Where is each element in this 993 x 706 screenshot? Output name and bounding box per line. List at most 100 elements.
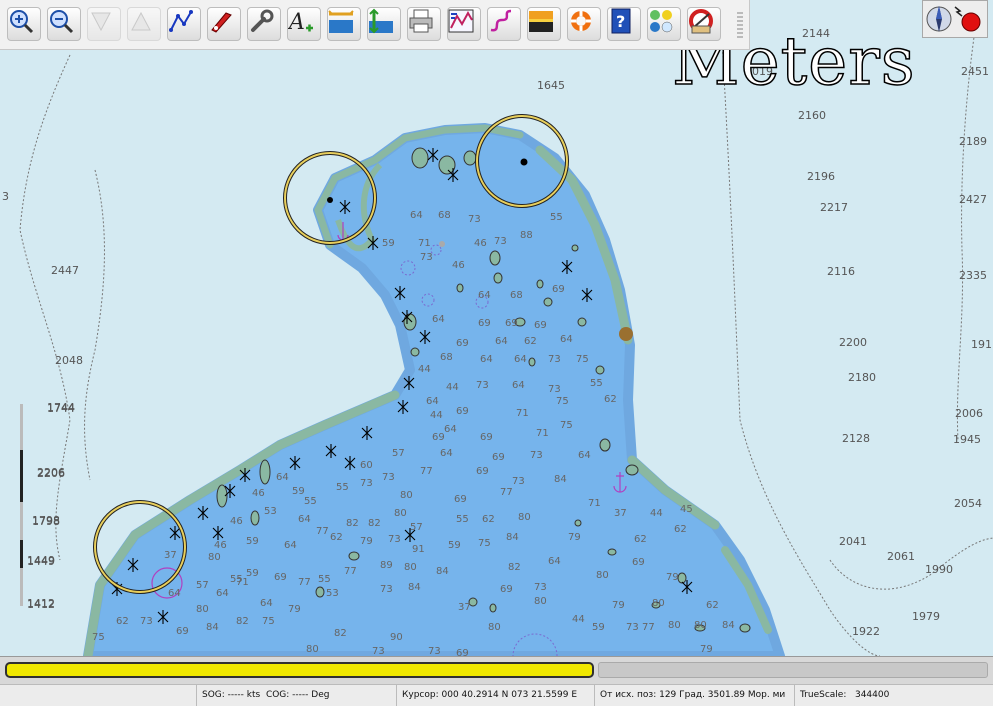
deep-sounding: 2335 — [959, 269, 987, 282]
svg-text:64: 64 — [432, 314, 445, 325]
svg-text:55: 55 — [590, 378, 603, 389]
svg-text:59: 59 — [246, 536, 259, 547]
svg-text:69: 69 — [500, 584, 513, 595]
route-button[interactable] — [167, 7, 201, 41]
svg-text:57: 57 — [410, 522, 423, 533]
deep-sounding: 2196 — [807, 170, 835, 183]
svg-text:69: 69 — [492, 452, 505, 463]
zoom-out-icon — [50, 10, 74, 34]
svg-text:84: 84 — [506, 532, 519, 543]
svg-text:69: 69 — [456, 338, 469, 349]
scale-label: 1412 — [27, 597, 55, 610]
mob-button[interactable] — [567, 7, 601, 41]
deep-sounding: 191 — [971, 338, 992, 351]
svg-text:80: 80 — [596, 570, 609, 581]
svg-text:77: 77 — [298, 577, 311, 588]
svg-text:45: 45 — [680, 504, 693, 515]
svg-text:84: 84 — [722, 620, 735, 631]
current-button[interactable] — [327, 7, 361, 41]
svg-text:64: 64 — [548, 556, 561, 567]
svg-text:73: 73 — [512, 476, 525, 487]
compass-widget[interactable] — [922, 0, 988, 38]
deep-sounding: 2200 — [839, 336, 867, 349]
svg-text:46: 46 — [230, 516, 243, 527]
track-button[interactable] — [487, 7, 521, 41]
deep-sounding: 2041 — [839, 535, 867, 548]
svg-text:64: 64 — [514, 354, 527, 365]
zoom-out-button[interactable] — [47, 7, 81, 41]
track-icon — [490, 9, 512, 32]
scale-out-button[interactable] — [127, 7, 161, 41]
svg-text:64: 64 — [426, 396, 439, 407]
deep-sounding: 2061 — [887, 550, 915, 563]
svg-text:59: 59 — [292, 486, 305, 497]
svg-text:79: 79 — [666, 572, 679, 583]
plugin-icon — [689, 9, 713, 34]
svg-text:60: 60 — [360, 460, 373, 471]
svg-text:64: 64 — [478, 290, 491, 301]
wrench-icon — [251, 9, 274, 32]
text-button[interactable]: A — [287, 7, 321, 41]
svg-text:44: 44 — [430, 410, 443, 421]
chart-quilt-bar[interactable] — [5, 662, 594, 678]
waypoint-dot — [520, 158, 528, 166]
svg-text:46: 46 — [452, 260, 465, 271]
deep-sounding: 2054 — [954, 497, 982, 510]
svg-text:80: 80 — [306, 644, 319, 655]
print-button[interactable] — [407, 7, 441, 41]
tide-button[interactable] — [367, 7, 401, 41]
svg-text:91: 91 — [412, 544, 425, 555]
svg-text:64: 64 — [578, 450, 591, 461]
svg-text:69: 69 — [552, 284, 565, 295]
toolbar-grip[interactable] — [737, 12, 743, 38]
svg-text:55: 55 — [304, 496, 317, 507]
svg-text:80: 80 — [518, 512, 531, 523]
svg-text:82: 82 — [334, 628, 347, 639]
svg-text:73: 73 — [548, 354, 561, 365]
svg-text:57: 57 — [196, 580, 209, 591]
follow-ship-button[interactable] — [207, 7, 241, 41]
zoom-in-button[interactable] — [7, 7, 41, 41]
ais-button[interactable] — [647, 7, 681, 41]
svg-text:71: 71 — [588, 498, 601, 509]
svg-text:82: 82 — [346, 518, 359, 529]
color-scheme-button[interactable] — [527, 7, 561, 41]
scale-label: 1798 — [32, 514, 60, 527]
svg-text:59: 59 — [592, 622, 605, 633]
deep-sounding: 2128 — [842, 432, 870, 445]
help-button[interactable]: ? — [607, 7, 641, 41]
svg-text:77: 77 — [316, 526, 329, 537]
svg-text:77: 77 — [344, 566, 357, 577]
plugin-button[interactable] — [687, 7, 721, 41]
settings-button[interactable] — [247, 7, 281, 41]
deep-sounding: 2048 — [55, 354, 83, 367]
svg-text:37: 37 — [164, 550, 177, 561]
route-manager-button[interactable] — [447, 7, 481, 41]
deep-sounding: 2180 — [848, 371, 876, 384]
route-manager-icon — [448, 9, 474, 33]
deep-sounding: 2116 — [827, 265, 855, 278]
svg-text:80: 80 — [394, 508, 407, 519]
svg-text:53: 53 — [326, 588, 339, 599]
chart-quilt-track[interactable] — [598, 662, 988, 678]
svg-text:55: 55 — [230, 574, 243, 585]
svg-text:73: 73 — [530, 450, 543, 461]
svg-text:64: 64 — [512, 380, 525, 391]
svg-text:69: 69 — [632, 557, 645, 568]
svg-text:69: 69 — [476, 466, 489, 477]
svg-text:73: 73 — [476, 380, 489, 391]
svg-text:64: 64 — [410, 210, 423, 221]
svg-text:75: 75 — [262, 616, 275, 627]
svg-text:73: 73 — [140, 616, 153, 627]
svg-text:64: 64 — [298, 514, 311, 525]
svg-text:55: 55 — [456, 514, 469, 525]
scale-in-button[interactable] — [87, 7, 121, 41]
svg-text:73: 73 — [360, 478, 373, 489]
svg-text:73: 73 — [428, 646, 441, 656]
nautical-chart[interactable]: 64 68 73 59 71 46 73 88 55 73 46 64 68 69 64 69 69 6… — [0, 0, 993, 656]
svg-text:46: 46 — [252, 488, 265, 499]
deep-sounding: 2451 — [961, 65, 989, 78]
svg-text:46: 46 — [474, 238, 487, 249]
depth-contour — [84, 169, 105, 481]
scale-label: 1744 — [47, 401, 75, 414]
